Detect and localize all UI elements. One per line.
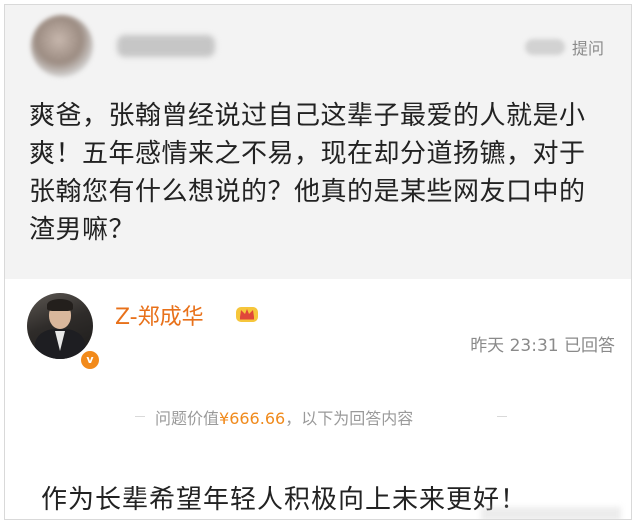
watermark [481,507,621,519]
ask-button[interactable]: 提问 [572,35,604,59]
divider-line-left [135,416,145,417]
answerer-avatar[interactable] [27,293,93,359]
price-suffix: ，以下为回答内容 [285,409,414,428]
question-value-text: 问题价值¥666.66，以下为回答内容 [155,405,413,429]
answer-section: v Z-郑成华 昨天 23:31 已回答 问题价值¥666.66，以下为回答内容… [5,279,631,519]
price-amount: ¥666.66 [219,409,286,428]
qa-card: 提问 爽爸，张翰曾经说过自己这辈子最爱的人就是小爽！五年感情来之不易，现在却分道… [4,4,632,520]
question-text: 爽爸，张翰曾经说过自己这辈子最爱的人就是小爽！五年感情来之不易，现在却分道扬镳，… [29,101,586,245]
asker-tag-blurred [525,39,565,55]
asker-name-blurred [117,35,215,57]
question-section: 提问 爽爸，张翰曾经说过自己这辈子最爱的人就是小爽！五年感情来之不易，现在却分道… [5,5,631,279]
avatar-hair [47,299,73,311]
verified-icon: v [79,349,101,371]
answer-text: 作为长辈希望年轻人积极向上未来更好！ [41,485,528,515]
divider-line-right [497,416,507,417]
price-prefix: 问题价值 [155,409,220,428]
crown-icon [236,307,258,322]
price-divider: 问题价值¥666.66，以下为回答内容 [5,405,631,429]
asker-avatar-blurred [31,15,93,77]
answerer-name[interactable]: Z-郑成华 [115,299,204,331]
answer-timestamp: 昨天 23:31 已回答 [470,336,615,356]
